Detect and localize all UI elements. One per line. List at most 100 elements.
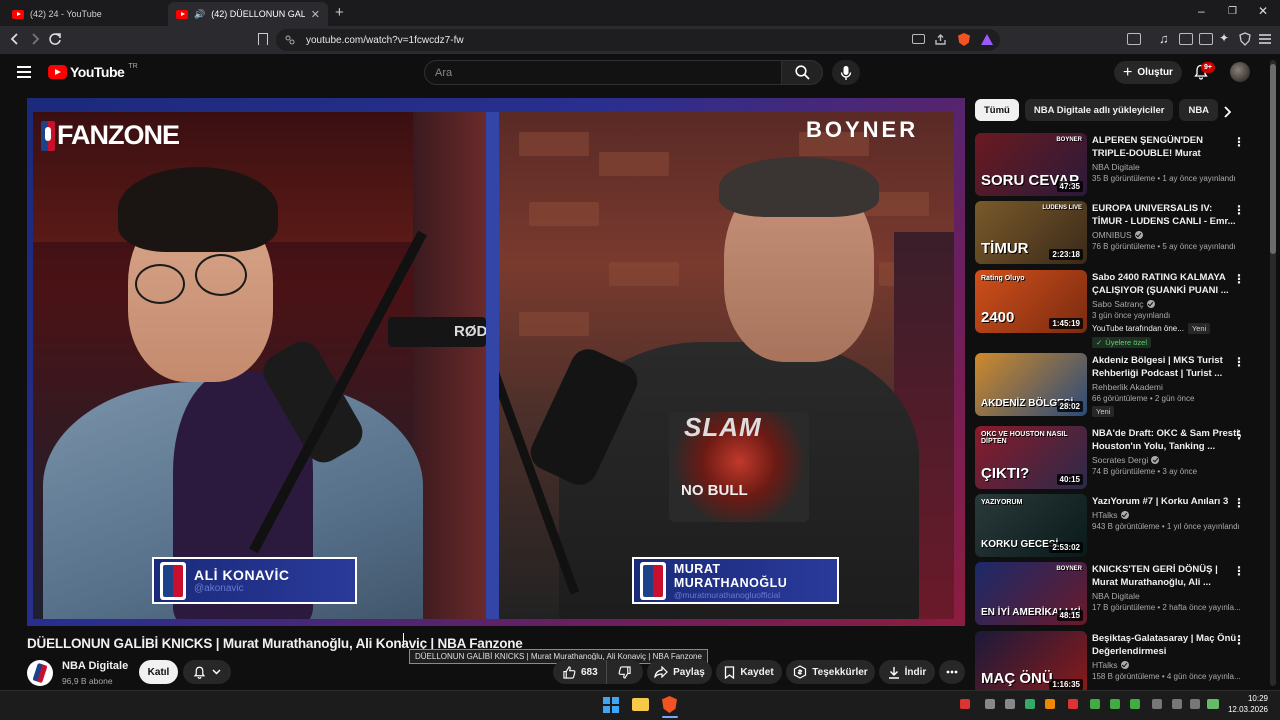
more-options-icon[interactable]: ⋮ bbox=[1233, 135, 1245, 149]
thanks-button[interactable]: Teşekkürler bbox=[786, 660, 875, 684]
tab-close-icon[interactable]: ✕ bbox=[311, 8, 320, 21]
join-button[interactable]: Katıl bbox=[139, 660, 178, 684]
recommendation-item[interactable]: MAÇ ÖNÜ 1:16:35 Beşiktaş-Galatasaray | Maç… bbox=[975, 631, 1265, 695]
youtube-logo[interactable]: YouTube TR bbox=[48, 63, 138, 80]
recommendation-thumbnail[interactable]: ÇIKTI? OKC VE HOUSTON NASIL DİPTEN 40:15 bbox=[975, 426, 1087, 489]
more-options-icon[interactable]: ⋮ bbox=[1233, 564, 1245, 578]
tray-app-icon[interactable] bbox=[1005, 699, 1015, 709]
wallet-icon[interactable] bbox=[1199, 33, 1213, 45]
minimize-button[interactable]: – bbox=[1198, 4, 1205, 18]
reader-mode-icon[interactable] bbox=[1127, 33, 1141, 45]
back-icon[interactable] bbox=[10, 33, 20, 45]
more-options-icon[interactable]: ⋮ bbox=[1233, 428, 1245, 442]
recommendation-channel[interactable]: HTalks bbox=[1092, 510, 1118, 520]
account-avatar[interactable] bbox=[1230, 62, 1250, 82]
more-options-icon[interactable]: ⋮ bbox=[1233, 496, 1245, 510]
file-explorer-icon[interactable] bbox=[632, 698, 649, 711]
recommendation-title[interactable]: Akdeniz Bölgesi | MKS Turist Rehberliği … bbox=[1092, 354, 1242, 380]
recommendation-thumbnail[interactable]: SORU CEVAP BOYNER 47:35 bbox=[975, 133, 1087, 196]
download-button[interactable]: İndir bbox=[879, 660, 935, 684]
like-button[interactable]: 683 bbox=[553, 660, 607, 684]
cast-icon[interactable] bbox=[912, 34, 925, 44]
recommendation-channel[interactable]: Rehberlik Akademi bbox=[1092, 382, 1163, 392]
channel-avatar[interactable] bbox=[27, 660, 53, 686]
more-options-icon[interactable]: ⋮ bbox=[1233, 355, 1245, 369]
recommendation-title[interactable]: NBA'de Draft: OKC & Sam Presti, Houston'… bbox=[1092, 427, 1242, 453]
recommendation-item[interactable]: AKDENİZ BÖLGESİ 28:02 Akdeniz Bölgesi | MK… bbox=[975, 353, 1265, 417]
leo-ai-icon[interactable]: ✦ bbox=[1219, 31, 1229, 45]
recommendation-title[interactable]: EUROPA UNIVERSALIS IV: TİMUR - LUDENS CA… bbox=[1092, 202, 1242, 228]
recommendation-channel[interactable]: Socrates Dergi bbox=[1092, 455, 1148, 465]
recommendation-thumbnail[interactable]: MAÇ ÖNÜ 1:16:35 bbox=[975, 631, 1087, 694]
windows-start-icon[interactable] bbox=[603, 697, 619, 713]
menu-icon[interactable] bbox=[1259, 34, 1271, 44]
recommendation-thumbnail[interactable]: KORKU GECESİ YAZIYORUM 2:53:02 bbox=[975, 494, 1087, 557]
more-options-icon[interactable]: ⋮ bbox=[1233, 203, 1245, 217]
share-page-icon[interactable] bbox=[934, 33, 947, 46]
recommendation-thumbnail[interactable]: 2400 Rating Oluyo 1:45:19 bbox=[975, 270, 1087, 333]
restore-button[interactable]: ❐ bbox=[1228, 6, 1237, 17]
speaker-icon[interactable]: 🔊 bbox=[194, 9, 205, 20]
create-button[interactable]: + Oluştur bbox=[1114, 61, 1182, 84]
guide-menu-icon[interactable] bbox=[17, 66, 31, 78]
recommendation-channel[interactable]: Sabo Satranç bbox=[1092, 299, 1144, 309]
search-input[interactable] bbox=[425, 61, 781, 84]
microphone-tray-icon[interactable] bbox=[1152, 699, 1162, 709]
tray-app-icon[interactable] bbox=[960, 699, 970, 709]
browser-tab-active-video[interactable]: 🔊 (42) DÜELLONUN GALİBİ KNIC ✕ bbox=[168, 2, 328, 26]
tray-app-icon[interactable] bbox=[1068, 699, 1078, 709]
tray-app-icon[interactable] bbox=[1025, 699, 1035, 709]
more-options-icon[interactable]: ⋮ bbox=[1233, 633, 1245, 647]
tray-app-icon[interactable] bbox=[1110, 699, 1120, 709]
media-icon[interactable]: ♫ bbox=[1159, 31, 1169, 46]
video-player[interactable]: RØD SLAM NO BULL FANZONE BOYNER ALİ KONA… bbox=[27, 98, 965, 626]
taskbar-clock[interactable]: 10:29 12.03.2026 bbox=[1225, 693, 1268, 715]
browser-tab-youtube-24[interactable]: (42) 24 - YouTube bbox=[4, 2, 166, 26]
new-tab-button[interactable]: + bbox=[335, 4, 344, 21]
share-button[interactable]: Paylaş bbox=[647, 660, 712, 684]
recommendation-item[interactable]: SORU CEVAP BOYNER 47:35 ALPEREN ŞENGÜN'DEN … bbox=[975, 133, 1265, 197]
chevron-right-icon[interactable] bbox=[1223, 106, 1231, 118]
scrollbar-thumb[interactable] bbox=[1270, 64, 1276, 254]
recommendation-thumbnail[interactable]: EN İYİ AMERİKALI Kİ BOYNER 48:15 bbox=[975, 562, 1087, 625]
recommendation-item[interactable]: 2400 Rating Oluyo 1:45:19 Sabo 2400 RATING … bbox=[975, 270, 1265, 348]
save-button[interactable]: Kaydet bbox=[716, 660, 782, 684]
brave-rewards-icon[interactable] bbox=[981, 34, 993, 45]
recommendation-item[interactable]: KORKU GECESİ YAZIYORUM 2:53:02 YazıYorum #7… bbox=[975, 494, 1265, 558]
tray-app-icon[interactable] bbox=[1045, 699, 1055, 709]
recommendation-title[interactable]: KNICKS'TEN GERİ DÖNÜŞ | Murat Murathanoğ… bbox=[1092, 563, 1242, 589]
recommendation-title[interactable]: YazıYorum #7 | Korku Anıları 3 bbox=[1092, 495, 1242, 508]
tray-app-icon[interactable] bbox=[1130, 699, 1140, 709]
more-actions-button[interactable] bbox=[939, 660, 965, 684]
recommendation-item[interactable]: ÇIKTI? OKC VE HOUSTON NASIL DİPTEN 40:15 NB… bbox=[975, 426, 1265, 490]
chip-nba[interactable]: NBA bbox=[1179, 99, 1219, 121]
bookmark-icon[interactable] bbox=[258, 33, 268, 45]
chip-all[interactable]: Tümü bbox=[975, 99, 1019, 121]
more-options-icon[interactable]: ⋮ bbox=[1233, 272, 1245, 286]
recommendation-title[interactable]: Beşiktaş-Galatasaray | Maç Önü Değerlend… bbox=[1092, 632, 1242, 658]
recommendation-channel[interactable]: HTalks bbox=[1092, 660, 1118, 670]
recommendation-title[interactable]: Sabo 2400 RATING KALMAYA ÇALIŞIYOR (ŞUAN… bbox=[1092, 271, 1242, 297]
recommendation-channel[interactable]: OMNIBUS bbox=[1092, 230, 1132, 240]
forward-icon[interactable] bbox=[30, 33, 40, 45]
chip-uploader[interactable]: NBA Digitale adlı yükleyiciler bbox=[1024, 99, 1174, 121]
recommendation-thumbnail[interactable]: TİMUR LUDENS LIVE 2:23:18 bbox=[975, 201, 1087, 264]
sidebar-toggle-icon[interactable] bbox=[1179, 33, 1193, 45]
recommendation-thumbnail[interactable]: AKDENİZ BÖLGESİ 28:02 bbox=[975, 353, 1087, 416]
battery-tray-icon[interactable] bbox=[1207, 699, 1219, 709]
search-button[interactable] bbox=[781, 60, 823, 85]
voice-search-button[interactable] bbox=[832, 60, 860, 85]
site-info-icon[interactable] bbox=[285, 35, 295, 45]
recommendation-channel[interactable]: NBA Digitale bbox=[1092, 162, 1140, 172]
vpn-shield-icon[interactable] bbox=[1239, 32, 1251, 46]
tray-app-icon[interactable] bbox=[985, 699, 995, 709]
recommendation-item[interactable]: TİMUR LUDENS LIVE 2:23:18 EUROPA UNIVERSALI… bbox=[975, 201, 1265, 265]
recommendation-channel[interactable]: NBA Digitale bbox=[1092, 591, 1140, 601]
close-window-button[interactable]: ✕ bbox=[1258, 4, 1268, 18]
dislike-button[interactable] bbox=[612, 665, 631, 679]
recommendation-item[interactable]: EN İYİ AMERİKALI Kİ BOYNER 48:15 KNICKS'TEN… bbox=[975, 562, 1265, 626]
recommendation-title[interactable]: ALPEREN ŞENGÜN'DEN TRIPLE-DOUBLE! Murat … bbox=[1092, 134, 1242, 160]
network-tray-icon[interactable] bbox=[1172, 699, 1182, 709]
tray-app-icon[interactable] bbox=[1090, 699, 1100, 709]
volume-tray-icon[interactable] bbox=[1190, 699, 1200, 709]
